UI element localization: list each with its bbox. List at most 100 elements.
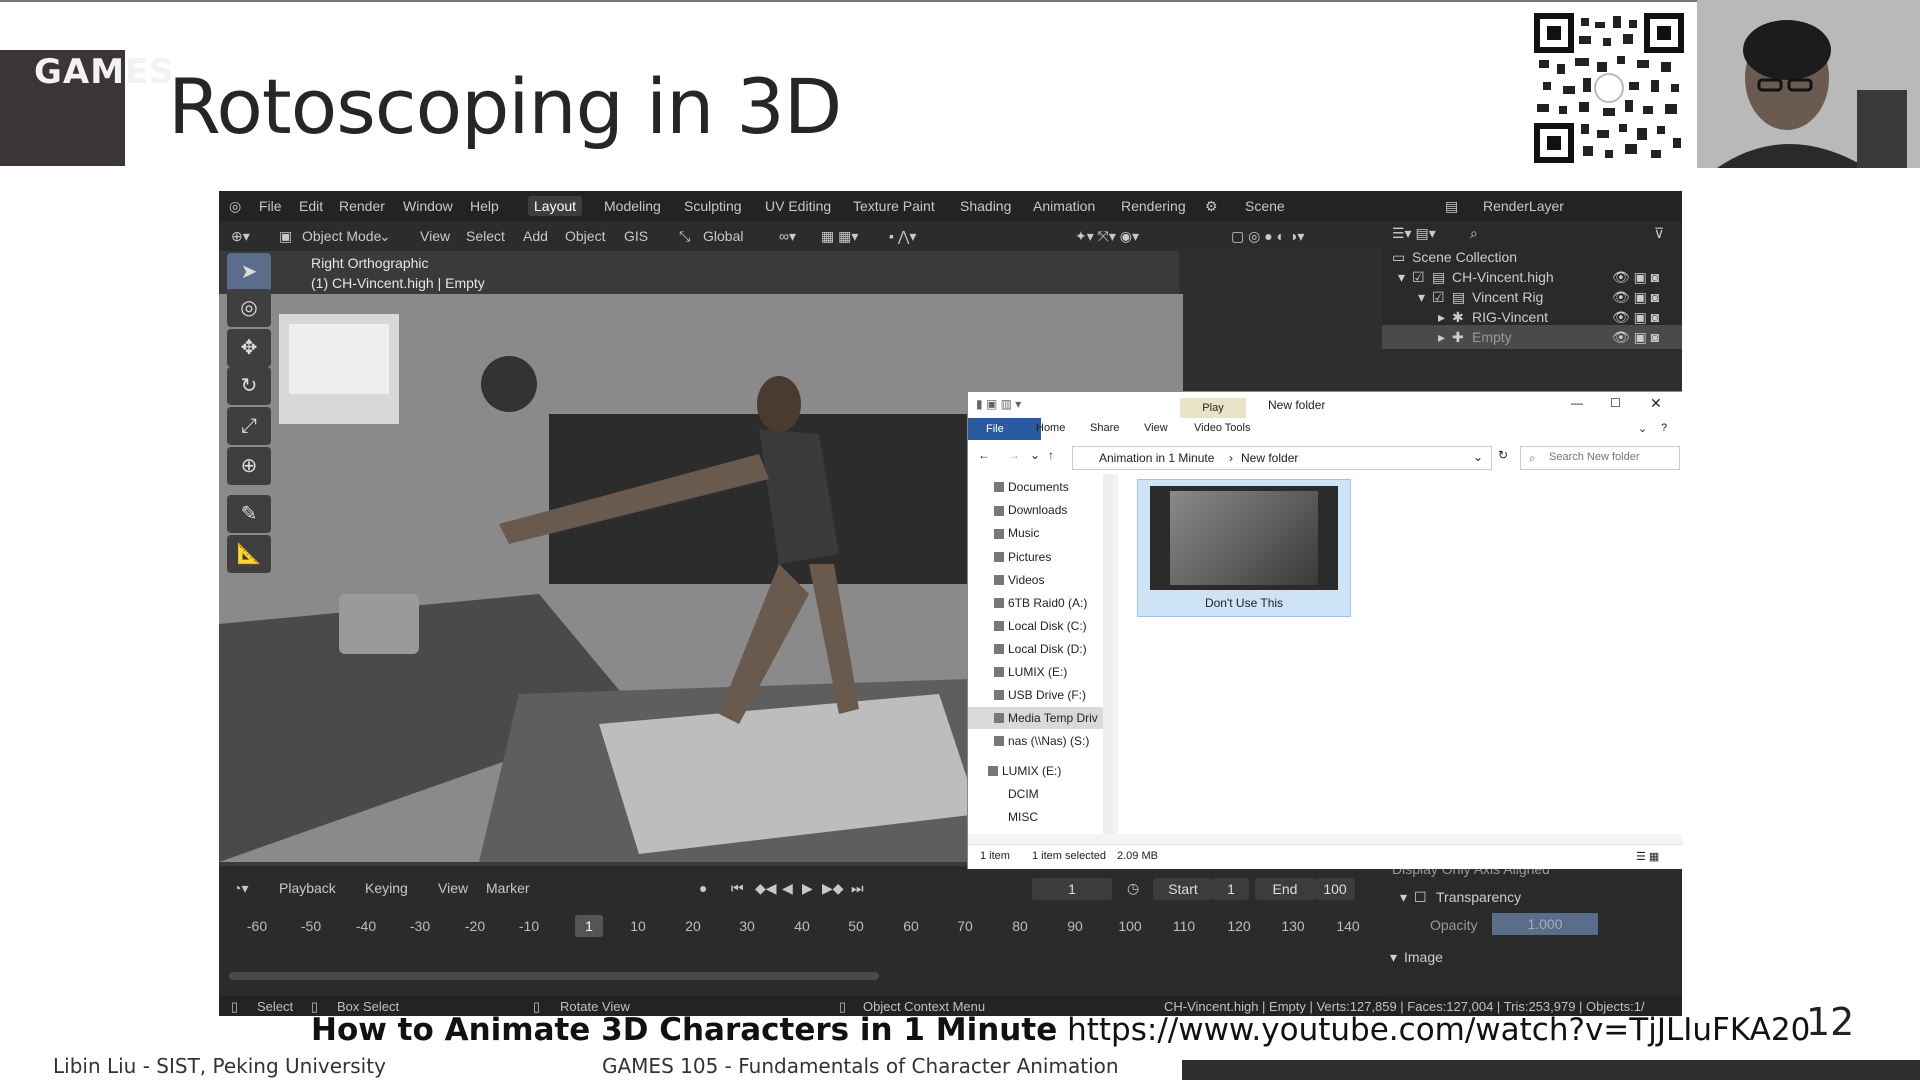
menu-keying[interactable]: Keying — [365, 880, 408, 896]
measure-icon[interactable]: 📐 — [227, 535, 271, 573]
visibility-icons[interactable]: 👁 ▣ ◙ — [1612, 309, 1659, 326]
address-bar[interactable]: Animation in 1 Minute › New folder ⌄ — [1072, 446, 1492, 470]
chevron-down-icon[interactable]: ⌄ — [1638, 422, 1647, 435]
quick-access-icons[interactable]: ▮ ▣ ▥ ▾ — [976, 397, 1021, 411]
chevron-down-icon[interactable]: ▾ — [1390, 949, 1397, 966]
menu-playback[interactable]: Playback — [279, 880, 336, 896]
tab-layout[interactable]: Layout — [528, 196, 583, 216]
tab-animation[interactable]: Animation — [1033, 198, 1095, 214]
visibility-icons[interactable]: 👁 ▣ ◙ — [1612, 289, 1659, 306]
outliner-row-empty[interactable]: ▸ ✚ Empty 👁 ▣ ◙ — [1382, 325, 1682, 349]
playhead-frame[interactable]: 1 — [575, 915, 603, 937]
view-toggle-icons[interactable]: ☰ ▦ — [1636, 850, 1659, 863]
start-frame-field[interactable]: 1 — [1213, 878, 1249, 900]
path-segment[interactable]: Animation in 1 Minute — [1099, 451, 1214, 465]
play-reverse-icon[interactable]: ◀ — [782, 880, 793, 897]
chevron-right-icon[interactable]: ▸ — [1438, 309, 1445, 326]
nav-item[interactable]: LUMIX (E:) — [1002, 764, 1061, 778]
nav-item[interactable]: LUMIX (E:) — [1008, 665, 1067, 679]
scale-icon[interactable]: ⤢ — [227, 407, 271, 445]
chevron-right-icon[interactable]: ▸ — [1438, 329, 1445, 346]
opacity-field[interactable]: 1.000 — [1492, 913, 1598, 935]
shading-modes-icon[interactable]: ▢ ◎ ● ◐ ◑▾ — [1231, 228, 1304, 245]
jump-start-icon[interactable]: ⏮ — [731, 880, 744, 897]
annotate-icon[interactable]: ✎ — [227, 495, 271, 533]
menu-help[interactable]: Help — [470, 198, 499, 214]
ribbon-tab-file[interactable]: File — [968, 418, 1041, 440]
cursor-icon[interactable]: ◎ — [227, 289, 271, 327]
clock-icon[interactable]: ◷ — [1127, 880, 1139, 897]
orientation-dropdown[interactable]: Global — [703, 228, 743, 244]
tab-uv-editing[interactable]: UV Editing — [765, 198, 831, 214]
jump-end-icon[interactable]: ⏭ — [851, 880, 864, 897]
nav-item[interactable]: Local Disk (C:) — [1008, 619, 1087, 633]
refresh-icon[interactable]: ↻ — [1498, 448, 1508, 462]
proportional-icon[interactable]: ▪ ⋀▾ — [889, 228, 916, 245]
minimize-icon[interactable]: — — [1571, 396, 1583, 410]
editor-type-icon[interactable]: ⊕▾ — [231, 228, 250, 245]
snap-icon[interactable]: ∞▾ — [779, 228, 796, 245]
checkbox-icon[interactable]: ☐ — [1414, 889, 1427, 906]
select-cursor-icon[interactable]: ➤ — [227, 253, 271, 291]
recent-chevron-icon[interactable]: ⌄ — [1030, 448, 1040, 462]
snap-toggle-icon[interactable]: ▦ ▦▾ — [821, 228, 858, 245]
search-input[interactable]: ⌕ Search New folder — [1520, 446, 1680, 470]
menu-select[interactable]: Select — [466, 228, 505, 244]
chevron-down-icon[interactable]: ▾ — [1398, 269, 1405, 286]
close-icon[interactable]: ✕ — [1650, 395, 1662, 412]
ribbon-tab-video-tools[interactable]: Video Tools — [1194, 422, 1250, 434]
chevron-down-icon[interactable]: ⌄ — [1473, 450, 1483, 464]
checkbox-icon[interactable]: ☑ — [1412, 269, 1425, 286]
menu-view[interactable]: View — [420, 228, 450, 244]
maximize-icon[interactable]: ☐ — [1610, 396, 1621, 410]
blender-logo-icon[interactable]: ◎ — [229, 198, 241, 215]
nav-scrollbar[interactable] — [1103, 474, 1113, 834]
menu-add[interactable]: Add — [523, 228, 548, 244]
transform-icon[interactable]: ⊕ — [227, 447, 271, 485]
nav-item[interactable]: Downloads — [1008, 503, 1067, 517]
nav-item[interactable]: Documents — [1008, 480, 1069, 494]
search-icon[interactable]: ⌕ — [1470, 225, 1478, 242]
file-thumbnail-item[interactable]: Don't Use This — [1137, 479, 1351, 617]
nav-item[interactable]: USB Drive (F:) — [1008, 688, 1086, 702]
nav-item[interactable]: Local Disk (D:) — [1008, 642, 1087, 656]
forward-arrow-icon[interactable]: → — [1008, 448, 1020, 462]
ribbon-tab-share[interactable]: Share — [1090, 422, 1119, 434]
help-icon[interactable]: ? — [1661, 422, 1667, 434]
tab-modeling[interactable]: Modeling — [604, 198, 661, 214]
current-frame-field[interactable]: 1 — [1032, 878, 1112, 900]
chevron-down-icon[interactable]: ▾ — [1400, 889, 1407, 906]
menu-timeline-view[interactable]: View — [438, 880, 468, 896]
nav-item[interactable]: 6TB Raid0 (A:) — [1008, 596, 1087, 610]
menu-edit[interactable]: Edit — [299, 198, 323, 214]
back-arrow-icon[interactable]: ← — [978, 448, 990, 462]
menu-object[interactable]: Object — [565, 228, 605, 244]
timeline-scrollbar[interactable] — [229, 972, 879, 980]
record-icon[interactable]: ● — [699, 880, 707, 896]
filter-icon[interactable]: ⊽ — [1654, 225, 1664, 242]
prev-keyframe-icon[interactable]: ◆◀ — [755, 880, 777, 897]
move-icon[interactable]: ✥ — [227, 329, 271, 367]
rotate-icon[interactable]: ↻ — [227, 367, 271, 405]
render-layer-name[interactable]: RenderLayer — [1483, 198, 1564, 214]
tab-texture-paint[interactable]: Texture Paint — [853, 198, 935, 214]
nav-item[interactable]: DCIM — [1008, 787, 1039, 801]
ribbon-tab-home[interactable]: Home — [1036, 422, 1065, 434]
clock-icon[interactable]: ◔▾ — [233, 880, 248, 897]
menu-render[interactable]: Render — [339, 198, 385, 214]
menu-marker[interactable]: Marker — [486, 880, 530, 896]
image-panel-label[interactable]: Image — [1404, 949, 1443, 965]
tab-sculpting[interactable]: Sculpting — [684, 198, 742, 214]
outliner-filter-icon[interactable]: ☰▾ ▤▾ — [1392, 225, 1436, 242]
visibility-icons[interactable]: 👁 ▣ ◙ — [1612, 269, 1659, 286]
nav-item[interactable]: Music — [1008, 526, 1039, 540]
chevron-down-icon[interactable]: ▾ — [1418, 289, 1425, 306]
tab-rendering[interactable]: Rendering — [1121, 198, 1186, 214]
play-icon[interactable]: ▶ — [802, 880, 813, 897]
scene-name[interactable]: Scene — [1245, 198, 1285, 214]
nav-item[interactable]: MISC — [1008, 810, 1038, 824]
nav-item[interactable]: Videos — [1008, 573, 1044, 587]
checkbox-icon[interactable]: ☑ — [1432, 289, 1445, 306]
ribbon-tab-view[interactable]: View — [1144, 422, 1168, 434]
nav-item-selected[interactable]: Media Temp Drive — [1008, 711, 1098, 725]
